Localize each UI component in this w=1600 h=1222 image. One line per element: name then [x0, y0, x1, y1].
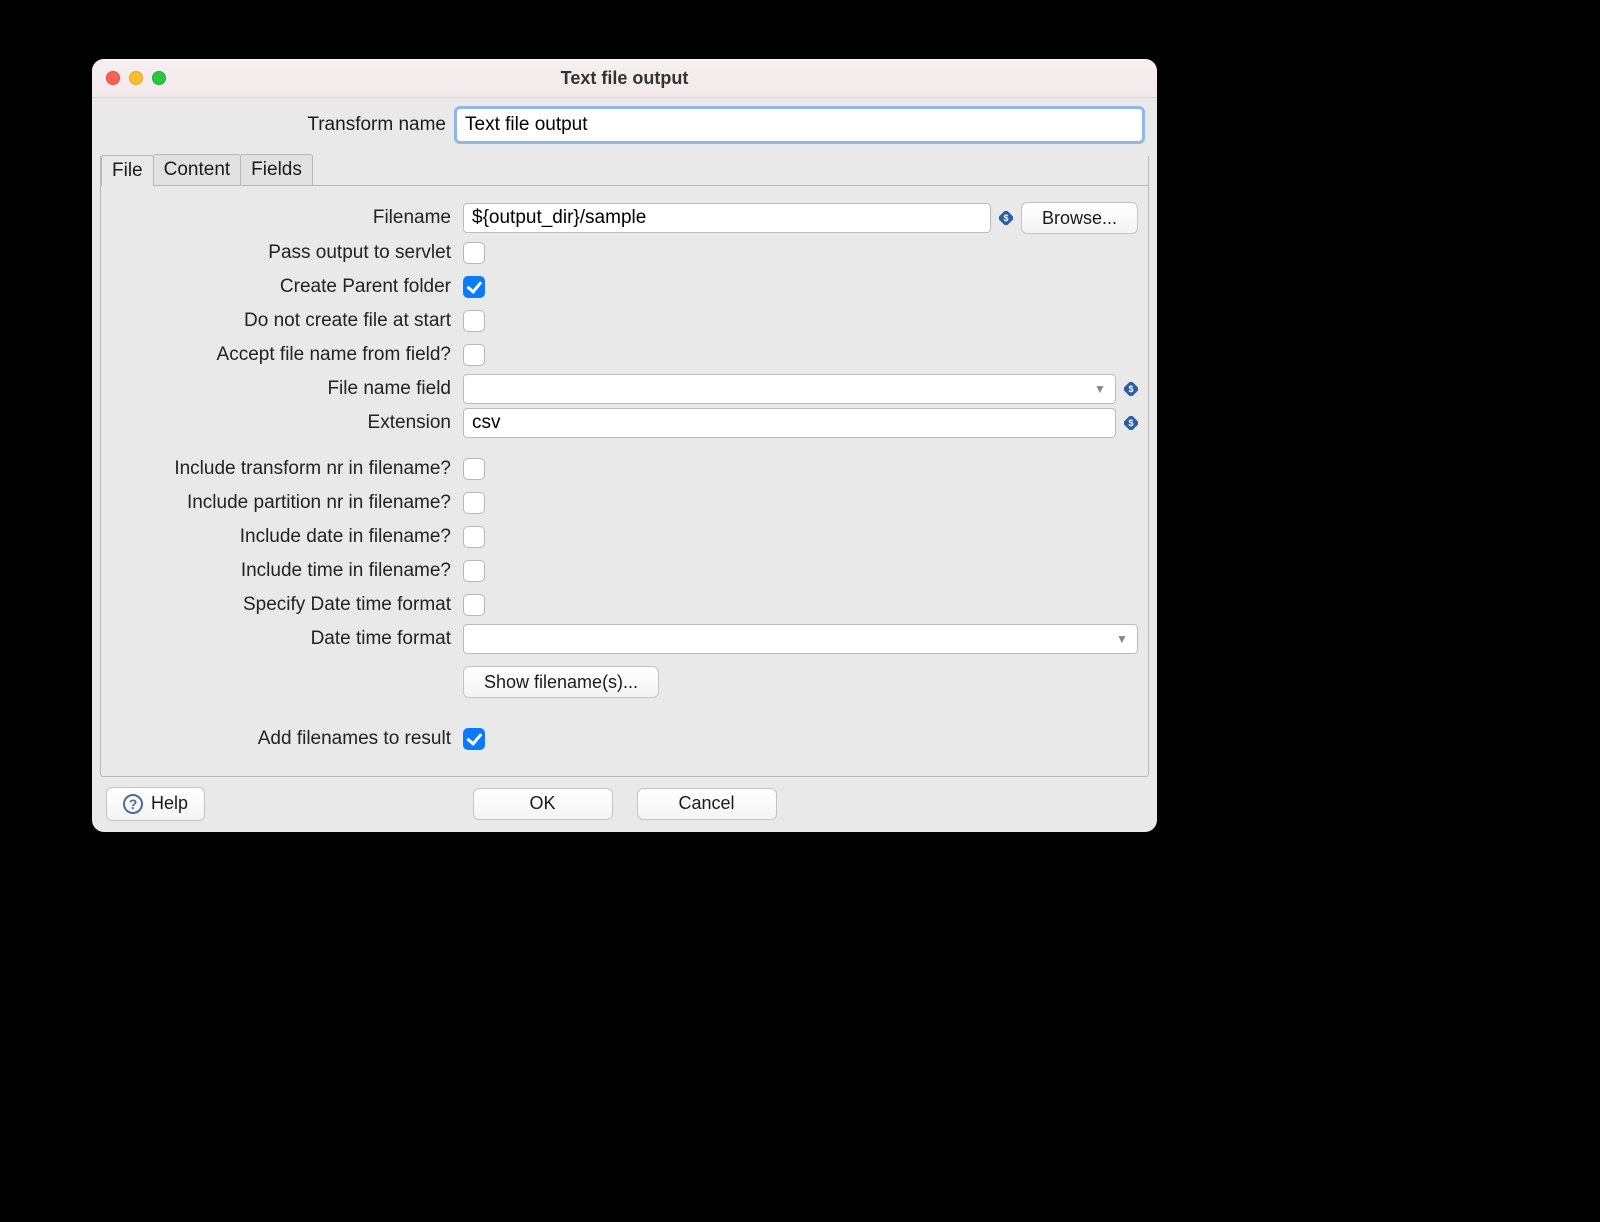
fn-field-label: File name field	[111, 378, 463, 400]
file-tab-body: Filename $ Browse... Pass output to serv…	[101, 185, 1148, 776]
row-fn-field: File name field ▼ $	[111, 374, 1138, 404]
inc-date-label: Include date in filename?	[111, 526, 463, 548]
help-icon: ?	[123, 794, 143, 814]
row-extension: Extension $	[111, 408, 1138, 438]
extension-input[interactable]	[463, 408, 1116, 438]
row-no-create-start: Do not create file at start	[111, 306, 1138, 336]
titlebar: Text file output	[92, 59, 1157, 98]
transform-name-label: Transform name	[106, 114, 456, 136]
inc-time-label: Include time in filename?	[111, 560, 463, 582]
create-parent-checkbox[interactable]	[463, 276, 485, 298]
inc-partition-checkbox[interactable]	[463, 492, 485, 514]
inc-date-checkbox[interactable]	[463, 526, 485, 548]
add-result-label: Add filenames to result	[111, 728, 463, 750]
transform-name-input[interactable]	[456, 108, 1143, 142]
variable-icon: $	[999, 211, 1013, 225]
no-create-start-label: Do not create file at start	[111, 310, 463, 332]
variable-icon: $	[1124, 416, 1138, 430]
svg-text:$: $	[1128, 418, 1133, 428]
tab-file[interactable]: File	[101, 155, 154, 186]
row-dt-format: Date time format ▼	[111, 624, 1138, 654]
row-inc-transform: Include transform nr in filename?	[111, 454, 1138, 484]
tab-content[interactable]: Content	[153, 154, 242, 185]
fn-field-combo[interactable]: ▼	[463, 374, 1116, 404]
row-inc-partition: Include partition nr in filename?	[111, 488, 1138, 518]
inc-partition-label: Include partition nr in filename?	[111, 492, 463, 514]
svg-text:$: $	[1128, 384, 1133, 394]
chevron-down-icon: ▼	[1093, 382, 1107, 396]
dt-format-label: Date time format	[111, 628, 463, 650]
inc-transform-checkbox[interactable]	[463, 458, 485, 480]
tab-panel: File Content Fields Filename $ Browse...…	[100, 156, 1149, 777]
row-spec-dt: Specify Date time format	[111, 590, 1138, 620]
no-create-start-checkbox[interactable]	[463, 310, 485, 332]
tab-fields[interactable]: Fields	[240, 154, 313, 185]
add-result-checkbox[interactable]	[463, 728, 485, 750]
accept-fn-field-checkbox[interactable]	[463, 344, 485, 366]
svg-text:$: $	[1003, 213, 1008, 223]
filename-input[interactable]	[463, 203, 991, 233]
inc-transform-label: Include transform nr in filename?	[111, 458, 463, 480]
ok-button[interactable]: OK	[473, 788, 613, 820]
variable-icon: $	[1124, 382, 1138, 396]
row-filename: Filename $ Browse...	[111, 202, 1138, 234]
help-label: Help	[151, 793, 188, 814]
pass-servlet-checkbox[interactable]	[463, 242, 485, 264]
extension-label: Extension	[111, 412, 463, 434]
row-create-parent: Create Parent folder	[111, 272, 1138, 302]
spec-dt-label: Specify Date time format	[111, 594, 463, 616]
show-filenames-button[interactable]: Show filename(s)...	[463, 666, 659, 698]
window-title: Text file output	[92, 68, 1157, 89]
tab-strip: File Content Fields	[101, 154, 1148, 185]
dt-format-combo[interactable]: ▼	[463, 624, 1138, 654]
help-button[interactable]: ? Help	[106, 787, 205, 821]
inc-time-checkbox[interactable]	[463, 560, 485, 582]
accept-fn-field-label: Accept file name from field?	[111, 344, 463, 366]
create-parent-label: Create Parent folder	[111, 276, 463, 298]
row-inc-time: Include time in filename?	[111, 556, 1138, 586]
dialog-window: Text file output Transform name File Con…	[92, 59, 1157, 832]
row-show-filenames: Show filename(s)...	[111, 666, 1138, 698]
dialog-footer: ? Help OK Cancel	[92, 777, 1157, 832]
row-pass-servlet: Pass output to servlet	[111, 238, 1138, 268]
row-accept-fn-field: Accept file name from field?	[111, 340, 1138, 370]
browse-button[interactable]: Browse...	[1021, 202, 1138, 234]
filename-label: Filename	[111, 207, 463, 229]
row-add-result: Add filenames to result	[111, 724, 1138, 754]
chevron-down-icon: ▼	[1115, 632, 1129, 646]
cancel-button[interactable]: Cancel	[637, 788, 777, 820]
pass-servlet-label: Pass output to servlet	[111, 242, 463, 264]
transform-row: Transform name	[92, 98, 1157, 142]
row-inc-date: Include date in filename?	[111, 522, 1138, 552]
spec-dt-checkbox[interactable]	[463, 594, 485, 616]
